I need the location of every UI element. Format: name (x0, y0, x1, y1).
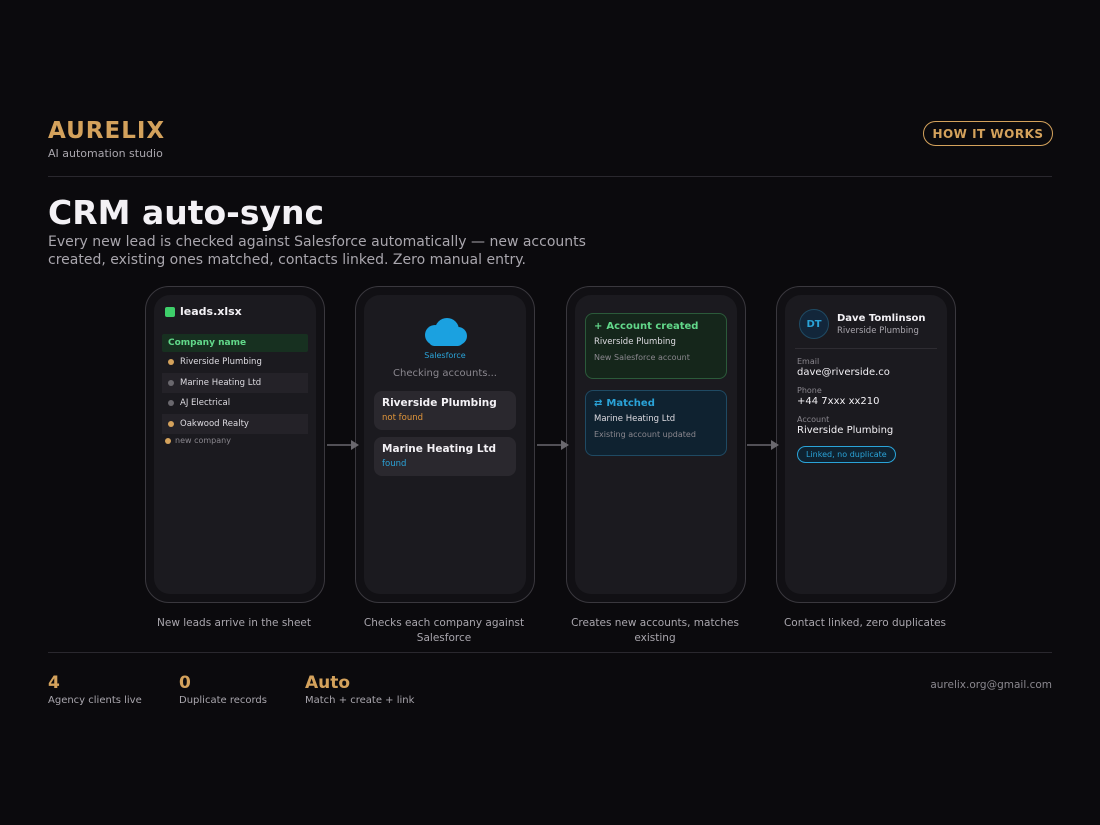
salesforce-logo: Salesforce (364, 317, 526, 360)
sheet-row: Riverside Plumbing (162, 352, 308, 373)
sheet: Company name Riverside Plumbing Marine H… (162, 334, 308, 445)
card-title: ⇄ Matched (594, 398, 718, 409)
phone-screen: Salesforce Checking accounts... Riversid… (364, 295, 526, 594)
salesforce-label: Salesforce (424, 351, 466, 360)
header-divider (48, 176, 1052, 177)
stat-value: 0 (179, 673, 191, 693)
row-label: Oakwood Realty (180, 418, 249, 429)
account-check-card: Riverside Plumbing not found (374, 391, 516, 430)
contact-company: Riverside Plumbing (837, 325, 919, 336)
new-company-legend: new company (165, 436, 308, 445)
row-label: AJ Electrical (180, 398, 231, 409)
contact-email-link[interactable]: aurelix.org@gmail.com (930, 679, 1052, 691)
status-dot (168, 359, 174, 366)
account-name: Marine Heating Ltd (382, 443, 497, 455)
stat-duplicates: 0 Duplicate records (179, 673, 267, 706)
card-subtext: Existing account updated (594, 430, 696, 439)
account-check-card: Marine Heating Ltd found (374, 437, 516, 476)
account-name: Riverside Plumbing (382, 397, 497, 409)
contact-field-phone: Phone +44 7xxx xx210 (797, 386, 947, 407)
sheet-row: Oakwood Realty (162, 413, 308, 434)
linked-status-badge: Linked, no duplicate (797, 446, 896, 463)
field-label: Phone (797, 386, 822, 395)
sheet-row: Marine Heating Ltd (162, 372, 308, 393)
field-value: dave@riverside.co (797, 367, 890, 378)
stat-label: Duplicate records (179, 695, 267, 706)
step-caption: New leads arrive in the sheet (157, 617, 311, 629)
contact-identity: Dave Tomlinson Riverside Plumbing (837, 313, 926, 336)
account-matched-card: ⇄ Matched Marine Heating Ltd Existing ac… (585, 390, 727, 456)
brand: AURELIX AI automation studio (48, 118, 165, 160)
status-dot (168, 420, 174, 427)
stat-value: Auto (305, 673, 351, 693)
step-check-phone: Salesforce Checking accounts... Riversid… (355, 286, 535, 603)
contact-field-email: Email dave@riverside.co (797, 357, 947, 378)
step-caption: Creates new accounts, matches existing (571, 617, 739, 644)
account-created-card: + Account created Riverside Plumbing New… (585, 313, 727, 379)
file-name: leads.xlsx (180, 305, 242, 318)
card-title: + Account created (594, 321, 718, 332)
step-caption: Checks each company against Salesforce (363, 617, 525, 644)
field-label: Account (797, 415, 830, 424)
phone-screen: DT Dave Tomlinson Riverside Plumbing Ema… (785, 295, 947, 594)
status-dot (168, 400, 174, 407)
stat-automation: Auto Match + create + link (305, 673, 414, 706)
page-title: CRM auto-sync (48, 193, 325, 232)
field-value: Riverside Plumbing (797, 425, 894, 436)
stat-value: 4 (48, 673, 60, 693)
checking-status: Checking accounts... (393, 368, 497, 379)
phone-screen: leads.xlsx Company name Riverside Plumbi… (154, 295, 316, 594)
step-sheet-phone: leads.xlsx Company name Riverside Plumbi… (145, 286, 325, 603)
row-label: Marine Heating Ltd (180, 377, 262, 388)
account-status: found (382, 459, 407, 469)
plus-icon: + (594, 321, 603, 332)
card-title-label: Account created (606, 321, 699, 332)
contact-header: DT Dave Tomlinson Riverside Plumbing (799, 309, 947, 339)
card-account-name: Riverside Plumbing (594, 337, 676, 347)
arrow-right-icon (327, 440, 359, 450)
brand-name: AURELIX (48, 118, 166, 144)
spreadsheet-icon (165, 306, 175, 317)
legend-dot (165, 437, 171, 444)
contact-name: Dave Tomlinson (837, 312, 926, 324)
arrow-right-icon (747, 440, 779, 450)
step-contact-phone: DT Dave Tomlinson Riverside Plumbing Ema… (776, 286, 956, 603)
avatar: DT (799, 309, 829, 339)
account-status: not found (382, 413, 423, 423)
brand-subtitle: AI automation studio (48, 147, 163, 160)
how-it-works-button[interactable]: HOW IT WORKS (923, 121, 1053, 146)
status-dot (168, 379, 174, 386)
field-label: Email (797, 357, 820, 366)
swap-icon: ⇄ (594, 398, 603, 409)
sheet-row: AJ Electrical (162, 393, 308, 414)
step-caption: Contact linked, zero duplicates (783, 617, 947, 629)
file-header: leads.xlsx (165, 305, 316, 318)
stat-label: Agency clients live (48, 695, 142, 706)
footer-divider (48, 652, 1052, 653)
field-value: +44 7xxx xx210 (797, 396, 880, 407)
salesforce-cloud-icon (425, 318, 467, 346)
step-results-phone: + Account created Riverside Plumbing New… (566, 286, 746, 603)
legend-label: new company (175, 436, 231, 445)
row-label: Riverside Plumbing (180, 357, 262, 368)
card-account-name: Marine Heating Ltd (594, 414, 676, 424)
stat-clients: 4 Agency clients live (48, 673, 142, 706)
card-title-label: Matched (606, 398, 655, 409)
arrow-right-icon (537, 440, 569, 450)
contact-divider (795, 348, 937, 349)
contact-field-account: Account Riverside Plumbing (797, 415, 947, 436)
stat-label: Match + create + link (305, 695, 415, 706)
column-header: Company name (162, 334, 308, 352)
phone-screen: + Account created Riverside Plumbing New… (575, 295, 737, 594)
card-subtext: New Salesforce account (594, 353, 690, 362)
page-description: Every new lead is checked against Salesf… (48, 234, 586, 268)
